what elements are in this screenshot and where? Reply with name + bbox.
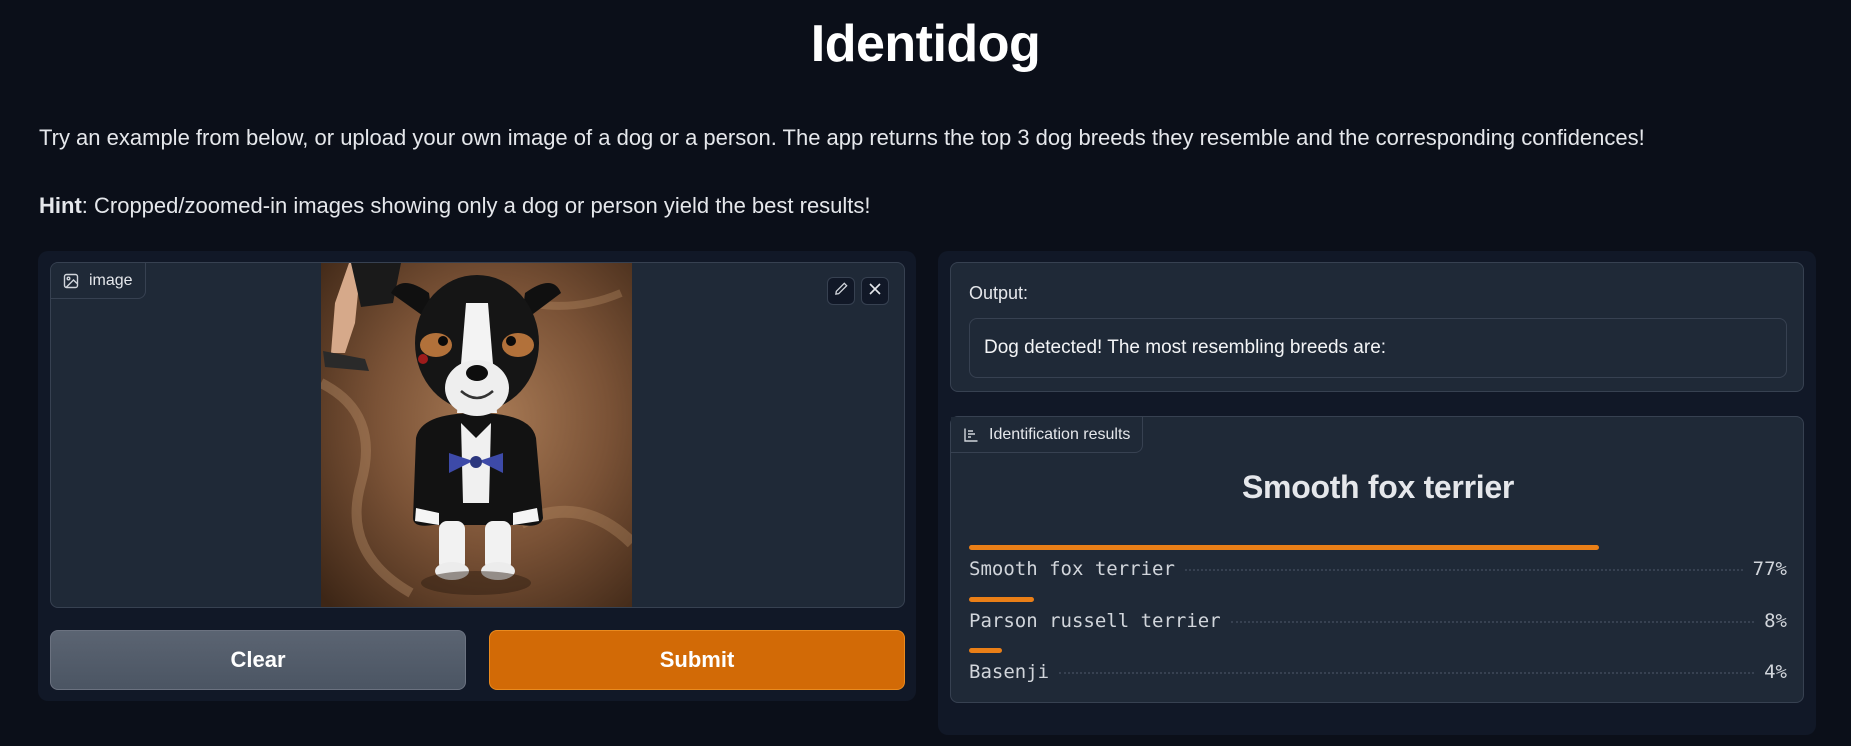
result-line: Parson russell terrier 8%: [969, 610, 1787, 632]
results-label-text: Identification results: [989, 425, 1131, 443]
bar-chart-icon: [963, 427, 979, 443]
edit-image-button[interactable]: [827, 277, 855, 305]
output-panel: Output: Dog detected! The most resemblin…: [938, 251, 1816, 735]
result-row: Smooth fox terrier 77%: [969, 545, 1787, 580]
image-icon: [63, 273, 79, 289]
image-label-text: image: [89, 271, 133, 289]
breed-name: Smooth fox terrier: [969, 558, 1175, 580]
result-row: Parson russell terrier 8%: [969, 597, 1787, 632]
image-upload[interactable]: image: [50, 262, 905, 608]
breed-name: Parson russell terrier: [969, 610, 1221, 632]
confidence-percent: 77%: [1752, 558, 1787, 580]
confidence-bar: [969, 648, 1002, 653]
hint-text: Hint: Cropped/zoomed-in images showing o…: [39, 193, 871, 219]
dotted-leader: [1230, 621, 1755, 623]
uploaded-dog-photo: [321, 263, 632, 607]
output-label: Output:: [969, 283, 1029, 303]
identification-results: Identification results Smooth fox terrie…: [950, 416, 1804, 703]
result-line: Smooth fox terrier 77%: [969, 558, 1787, 580]
image-label: image: [51, 263, 146, 299]
top-result: Smooth fox terrier: [1242, 469, 1514, 505]
result-line: Basenji 4%: [969, 661, 1787, 683]
dotted-leader: [1184, 569, 1743, 571]
output-block: Output: Dog detected! The most resemblin…: [950, 262, 1804, 392]
breed-name: Basenji: [969, 661, 1050, 683]
result-row: Basenji 4%: [969, 648, 1787, 683]
clear-button[interactable]: Clear: [50, 630, 466, 690]
close-icon: [868, 282, 882, 301]
input-panel: image Clear Submit: [38, 251, 916, 701]
confidence-bar: [969, 597, 1035, 602]
confidence-bar: [969, 545, 1599, 550]
confidence-percent: 8%: [1764, 610, 1787, 632]
app-description: Try an example from below, or upload you…: [39, 125, 1645, 150]
dotted-leader: [1059, 672, 1755, 674]
hint-label: Hint: [39, 193, 82, 218]
output-textbox[interactable]: Dog detected! The most resembling breeds…: [969, 318, 1787, 378]
results-label: Identification results: [951, 417, 1144, 453]
clear-image-button[interactable]: [861, 277, 889, 305]
submit-button[interactable]: Submit: [489, 630, 905, 690]
confidence-percent: 4%: [1764, 661, 1787, 683]
hint-body: : Cropped/zoomed-in images showing only …: [81, 193, 871, 218]
pencil-icon: [834, 281, 849, 301]
app-title: Identidog: [810, 15, 1041, 73]
